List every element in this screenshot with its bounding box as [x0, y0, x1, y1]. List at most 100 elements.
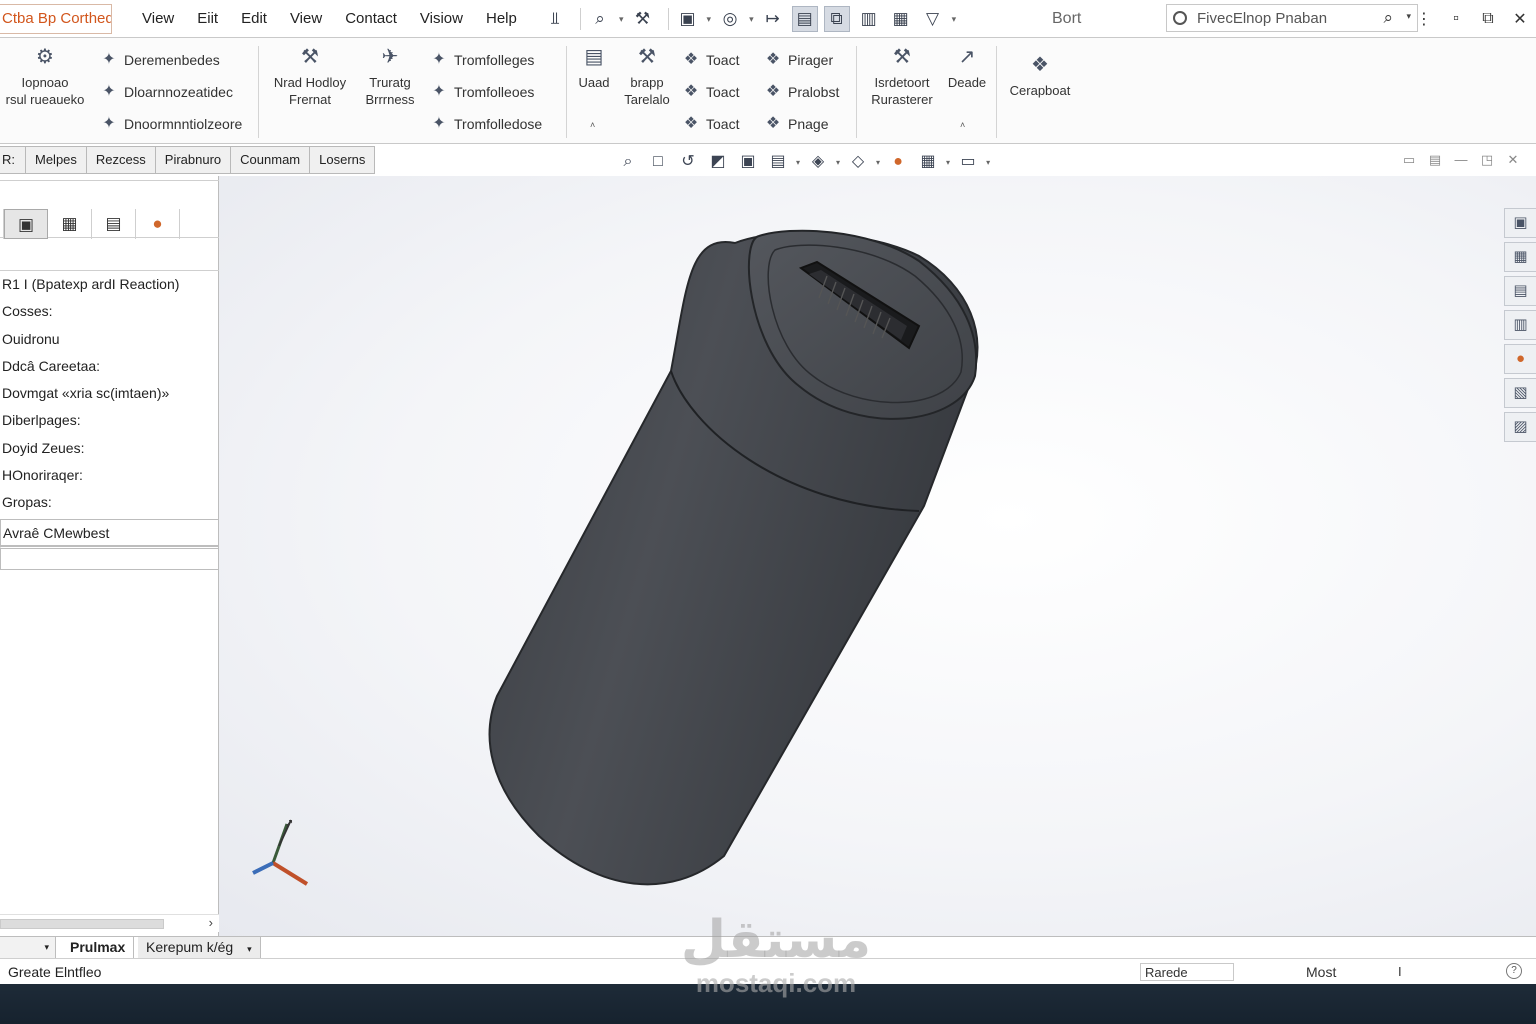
clipboard-icon[interactable]: ▤	[791, 6, 818, 32]
tree-item[interactable]: Gropas:	[0, 489, 219, 516]
chevron-down-icon[interactable]: ▾	[749, 14, 754, 25]
appearances-icon[interactable]: ●	[1504, 344, 1536, 374]
chevron-down-icon[interactable]: ▾	[952, 14, 957, 25]
app-title[interactable]: Ctba Bp Corthed I	[0, 4, 112, 34]
chevron-down-icon[interactable]: ▾	[836, 158, 840, 167]
chevron-down-icon[interactable]: ▾	[876, 158, 880, 167]
tree-item[interactable]: Diberlpages:	[0, 407, 219, 434]
view-orientation-icon[interactable]: ▤	[766, 150, 790, 174]
lasso-icon[interactable]: ⌕	[587, 6, 613, 32]
document-icon[interactable]: ▦	[888, 6, 914, 32]
chevron-up-icon[interactable]: ˄	[590, 120, 595, 130]
ribbon-big-button[interactable]: ⚒ brapp Tarelalo	[620, 44, 674, 108]
trash-icon[interactable]: ▥	[856, 6, 882, 32]
menu-edit[interactable]: Edit	[241, 0, 267, 38]
chevron-down-icon[interactable]: ▾	[44, 942, 49, 952]
status-units[interactable]: Most	[1306, 959, 1336, 985]
tools-icon[interactable]: ⚒	[630, 6, 656, 32]
scrollbar-thumb[interactable]	[0, 919, 164, 929]
tab-counmam[interactable]: Counmam	[231, 146, 311, 174]
chevron-right-icon[interactable]: ›	[209, 915, 213, 930]
horizontal-scrollbar[interactable]: ›	[0, 914, 219, 932]
graphics-viewport[interactable]: ↗ ▣ ▦ ▤ ▥ ● ▧ ▨	[219, 176, 1536, 936]
menu-help[interactable]: Help	[486, 0, 517, 38]
ribbon-small-button[interactable]: ❖ Toact	[680, 110, 740, 138]
view-settings-icon[interactable]: ▭	[956, 150, 980, 174]
tab-motion-study[interactable]: Kerepum k/ég ▾	[138, 937, 261, 959]
tab-model[interactable]: Prulmax	[62, 937, 135, 959]
ribbon-small-button[interactable]: ✦ Dloarnnozeatidec	[98, 78, 233, 106]
chevron-down-icon[interactable]: ▾	[946, 158, 950, 167]
save-icon[interactable]: ▣	[675, 6, 701, 32]
custom-properties-icon[interactable]: ▧	[1504, 378, 1536, 408]
ribbon-small-button[interactable]: ❖ Toact	[680, 46, 740, 74]
minimize-icon[interactable]: ▫	[1440, 10, 1472, 28]
rollback-bar[interactable]	[0, 545, 230, 570]
previous-view-icon[interactable]: ↺	[676, 150, 700, 174]
ribbon-big-button[interactable]: ⚒ Nrad Hodloy Frernat	[266, 44, 354, 108]
resources-icon[interactable]: ▣	[1504, 208, 1536, 238]
tree-item[interactable]: Dovmgat «xria sc(imtaen)»	[0, 380, 219, 407]
tab-rezcess[interactable]: Rezcess	[86, 146, 156, 174]
menu-eiit[interactable]: Eiit	[197, 0, 218, 38]
tree-item[interactable]: Ouidronu	[0, 326, 219, 353]
search-icon[interactable]: ⌕	[1383, 8, 1393, 28]
file-explorer-icon[interactable]: ▤	[1504, 276, 1536, 306]
tree-item[interactable]: Cosses:	[0, 298, 219, 325]
measure-icon[interactable]: ↦	[760, 6, 786, 32]
restore-icon[interactable]: ⧉	[1472, 10, 1504, 28]
ribbon-small-button[interactable]: ❖ Pirager	[762, 46, 833, 74]
tree-item[interactable]: Ddcâ Careetaa:	[0, 353, 219, 380]
tab-loserns[interactable]: Loserns	[310, 146, 376, 174]
model-view[interactable]: ↗	[219, 176, 1536, 936]
ribbon-small-button[interactable]: ✦ Tromfolleges	[428, 46, 534, 74]
chevron-down-icon[interactable]: ▾	[707, 14, 712, 25]
chevron-up-icon[interactable]: ˄	[960, 120, 965, 130]
feature-tree-icon[interactable]: ▣	[4, 209, 48, 239]
tile-icon[interactable]: ▭	[1396, 152, 1422, 168]
more-options-icon[interactable]: ⋮	[1408, 9, 1440, 29]
minimize-icon[interactable]: —	[1448, 152, 1474, 168]
chevron-down-icon[interactable]: ▾	[247, 944, 252, 954]
ribbon-small-button[interactable]: ❖ Toact	[680, 78, 740, 106]
cylinder-model[interactable]	[488, 229, 979, 886]
ribbon-small-button[interactable]: ✦ Tromfolleoes	[428, 78, 534, 106]
tree-root[interactable]: R1 I (Bpatexp ardI Reaction)	[0, 271, 219, 298]
tab-pirabnuro[interactable]: Pirabnuro	[155, 146, 232, 174]
close-icon[interactable]: ✕	[1500, 152, 1526, 168]
appearance-icon[interactable]: ●	[886, 150, 910, 174]
ribbon-small-button[interactable]: ❖ Pralobst	[762, 78, 840, 106]
tree-item[interactable]: Doyid Zeues:	[0, 435, 219, 462]
chevron-down-icon[interactable]: ▾	[986, 158, 990, 167]
tab-r[interactable]: R:	[0, 146, 26, 174]
tab-melpes[interactable]: Melpes	[26, 146, 87, 174]
scene-icon[interactable]: ▦	[916, 150, 940, 174]
pin-icon[interactable]: ⫫	[542, 6, 568, 32]
restore-icon[interactable]: ◳	[1474, 152, 1500, 168]
tile-icon[interactable]: ▤	[1422, 152, 1448, 168]
tab-scroll-nav[interactable]: ▾	[0, 937, 56, 959]
design-library-icon[interactable]: ▦	[1504, 242, 1536, 272]
zoom-icon[interactable]: ⌕	[616, 150, 640, 174]
globe-icon[interactable]: ◎	[717, 6, 743, 32]
help-icon[interactable]: ?	[1506, 963, 1522, 979]
hide-show-icon[interactable]: ◇	[846, 150, 870, 174]
display-style-icon[interactable]: ◈	[806, 150, 830, 174]
ribbon-small-button[interactable]: ✦ Dnoormnntiolzeore	[98, 110, 242, 138]
chevron-down-icon[interactable]: ▾	[619, 14, 624, 25]
ribbon-small-button[interactable]: ✦ Deremenbedes	[98, 46, 219, 74]
view-palette-icon[interactable]: ▥	[1504, 310, 1536, 340]
copy-icon[interactable]: ⧉	[823, 6, 850, 32]
ribbon-big-button[interactable]: ⚙ Iopnoao rsul rueaueko	[2, 44, 88, 108]
tree-item[interactable]: HOnoriraqer:	[0, 462, 219, 489]
forum-icon[interactable]: ▨	[1504, 412, 1536, 442]
zoom-area-icon[interactable]: □	[646, 150, 670, 174]
configuration-icon[interactable]: ▤	[92, 209, 136, 239]
appearance-icon[interactable]: ●	[136, 209, 180, 239]
property-manager-icon[interactable]: ▦	[48, 209, 92, 239]
dynamic-annotation-icon[interactable]: ▣	[736, 150, 760, 174]
filter-icon[interactable]: ▽	[920, 6, 946, 32]
ribbon-small-button[interactable]: ❖ Pnage	[762, 110, 829, 138]
search-input[interactable]	[1197, 8, 1373, 28]
ribbon-big-button[interactable]: ⚒ Isrdetoort Rurasterer	[862, 44, 942, 108]
